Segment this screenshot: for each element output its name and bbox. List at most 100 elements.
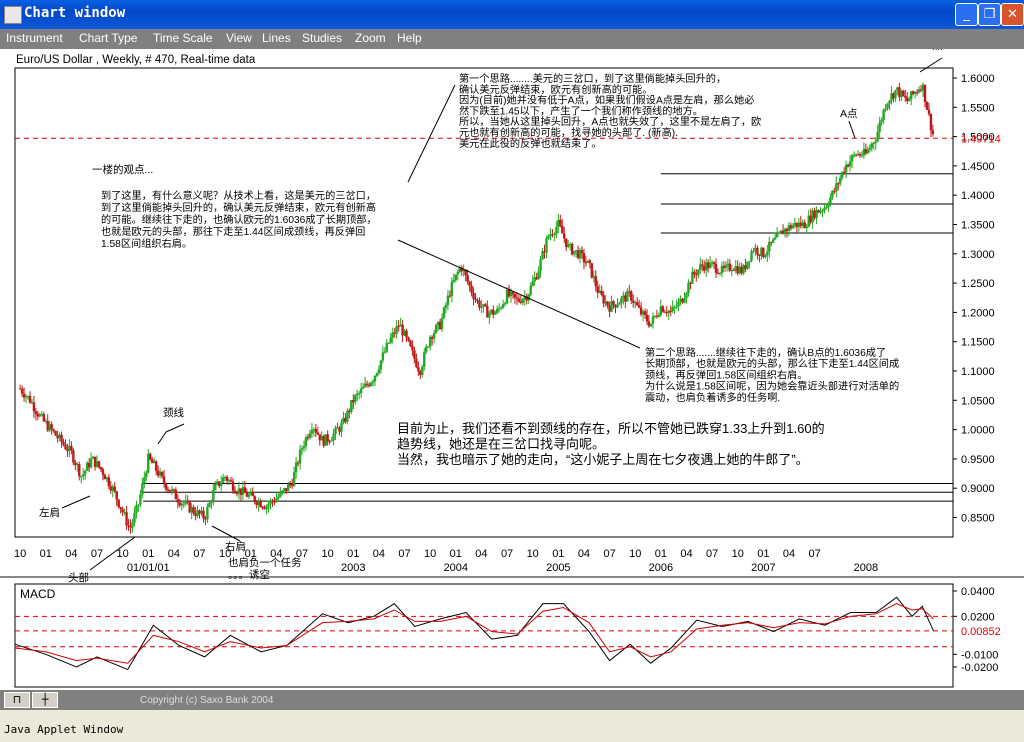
candle-body — [756, 247, 759, 255]
time-tick-label: 04 — [168, 548, 180, 560]
candle-body — [82, 474, 85, 477]
candle-body — [651, 316, 655, 324]
price-tick-label: 1.0000 — [961, 425, 995, 437]
candle-body — [870, 143, 873, 149]
candle-body — [675, 306, 678, 308]
note-same-view: 一楼的观点... — [92, 163, 153, 176]
candle-body — [768, 241, 771, 252]
candle-body — [718, 272, 722, 274]
candle-body — [206, 507, 209, 520]
candle-body — [141, 483, 144, 495]
menu-time-scale[interactable]: Time Scale — [153, 31, 213, 45]
label-right-shoulder: 右肩 — [225, 540, 246, 553]
candle-body — [929, 113, 933, 131]
candle-body — [513, 293, 517, 298]
time-tick-label: 01 — [347, 548, 359, 560]
label-left-shoulder: 左肩 — [39, 506, 60, 519]
window-title: Chart window — [24, 5, 126, 21]
chart-canvas[interactable]: Euro/US Dollar , Weekly, # 470, Real-tim… — [0, 49, 1024, 690]
menu-lines[interactable]: Lines — [262, 31, 291, 45]
time-tick-label: 10 — [629, 548, 641, 560]
chart-area[interactable]: Euro/US Dollar , Weekly, # 470, Real-tim… — [0, 49, 1024, 690]
time-tick-label: 07 — [603, 548, 615, 560]
candle-body — [752, 250, 755, 252]
candle-body — [99, 467, 103, 470]
price-axis: 0.8500 0.9000 0.9500 1.0000 1.0500 1.1000 1.15… — [953, 73, 1001, 525]
menu-chart-type[interactable]: Chart Type — [79, 31, 137, 45]
crosshair-button[interactable]: ┼ — [32, 692, 58, 708]
candle-body — [677, 301, 680, 307]
candle-body — [923, 84, 927, 102]
price-tick-label: 1.2500 — [961, 278, 995, 290]
candle-body — [537, 271, 540, 280]
candle-body — [432, 332, 436, 339]
candle-body — [440, 317, 444, 330]
candle-body — [182, 503, 185, 505]
price-tick-label: 1.4000 — [961, 190, 995, 202]
pin-button[interactable]: ⊓ — [4, 692, 30, 708]
candle-body — [478, 300, 481, 308]
time-tick-label: 04 — [373, 548, 385, 560]
candle-body — [620, 297, 623, 304]
note-center-line: 目前为止，我们还看不到颈线的存在，所以不管她已跌穿1.33上升到1.60的 — [397, 421, 825, 436]
macd-label: MACD — [20, 587, 56, 601]
candle-body — [298, 449, 302, 464]
candle-body — [287, 484, 290, 491]
candle-body — [480, 306, 483, 308]
maximize-button[interactable]: ❐ — [978, 3, 1001, 26]
candle-body — [777, 232, 781, 234]
candle-body — [590, 263, 594, 278]
candle-body — [827, 204, 830, 208]
candle-body — [233, 490, 237, 493]
candle-body — [886, 103, 889, 109]
note-left-line: 也就是欧元的头部，那往下走至1.44区间成颈线，再反弹回 — [101, 225, 365, 238]
candle-body — [300, 448, 304, 450]
candle-body — [496, 308, 499, 313]
year-label: 2005 — [546, 562, 570, 574]
menu-view[interactable]: View — [226, 31, 252, 45]
candle-body — [72, 450, 75, 463]
candle-body — [308, 433, 312, 438]
candle-body — [456, 271, 459, 275]
candle-body — [125, 512, 128, 526]
candle-body — [413, 350, 416, 359]
close-button[interactable]: ✕ — [1001, 3, 1024, 26]
menu-instrument[interactable]: Instrument — [6, 31, 63, 45]
menu-studies[interactable]: Studies — [302, 31, 342, 45]
candle-body — [872, 142, 875, 144]
macd-tick-label: 0.0200 — [961, 611, 995, 623]
candle-body — [724, 264, 728, 268]
candle-body — [145, 472, 148, 478]
candle-body — [858, 153, 862, 156]
candle-body — [685, 293, 688, 299]
window-titlebar: Chart window _ ❐ ✕ — [0, 0, 1024, 29]
menu-zoom[interactable]: Zoom — [355, 31, 386, 45]
menu-help[interactable]: Help — [397, 31, 422, 45]
price-tick-label: 1.1500 — [961, 337, 995, 349]
chart-header: Euro/US Dollar , Weekly, # 470, Real-tim… — [16, 54, 256, 66]
candle-body — [547, 236, 550, 239]
candle-body — [407, 337, 410, 341]
candle-body — [267, 504, 270, 507]
candle-body — [539, 259, 542, 272]
label-neckline: 颈线 — [163, 406, 184, 419]
current-price-label: 1.49714 — [961, 133, 1001, 145]
app-icon — [4, 6, 22, 24]
candle-body — [829, 197, 832, 205]
note-top-line: 所以，当她从这里掉头回升，A点也就失效了，这里不是左肩了，欧 — [459, 115, 761, 128]
candle-body — [212, 490, 215, 503]
candle-body — [379, 360, 383, 370]
candle-body — [202, 510, 205, 519]
time-tick-label: 10 — [424, 548, 436, 560]
candle-body — [52, 429, 55, 432]
candle-body — [693, 271, 696, 275]
macd-series-line — [14, 603, 934, 664]
note-right-line: 颈线，再反弹回1.58区间组织右肩。 — [645, 368, 807, 381]
minimize-button[interactable]: _ — [955, 3, 978, 26]
time-tick-label: 07 — [193, 548, 205, 560]
candle-body — [137, 504, 140, 506]
candle-body — [657, 314, 661, 317]
time-tick-label: 10 — [14, 548, 26, 560]
macd-current-label: 0.00852 — [961, 626, 1001, 638]
candle-body — [687, 282, 690, 294]
